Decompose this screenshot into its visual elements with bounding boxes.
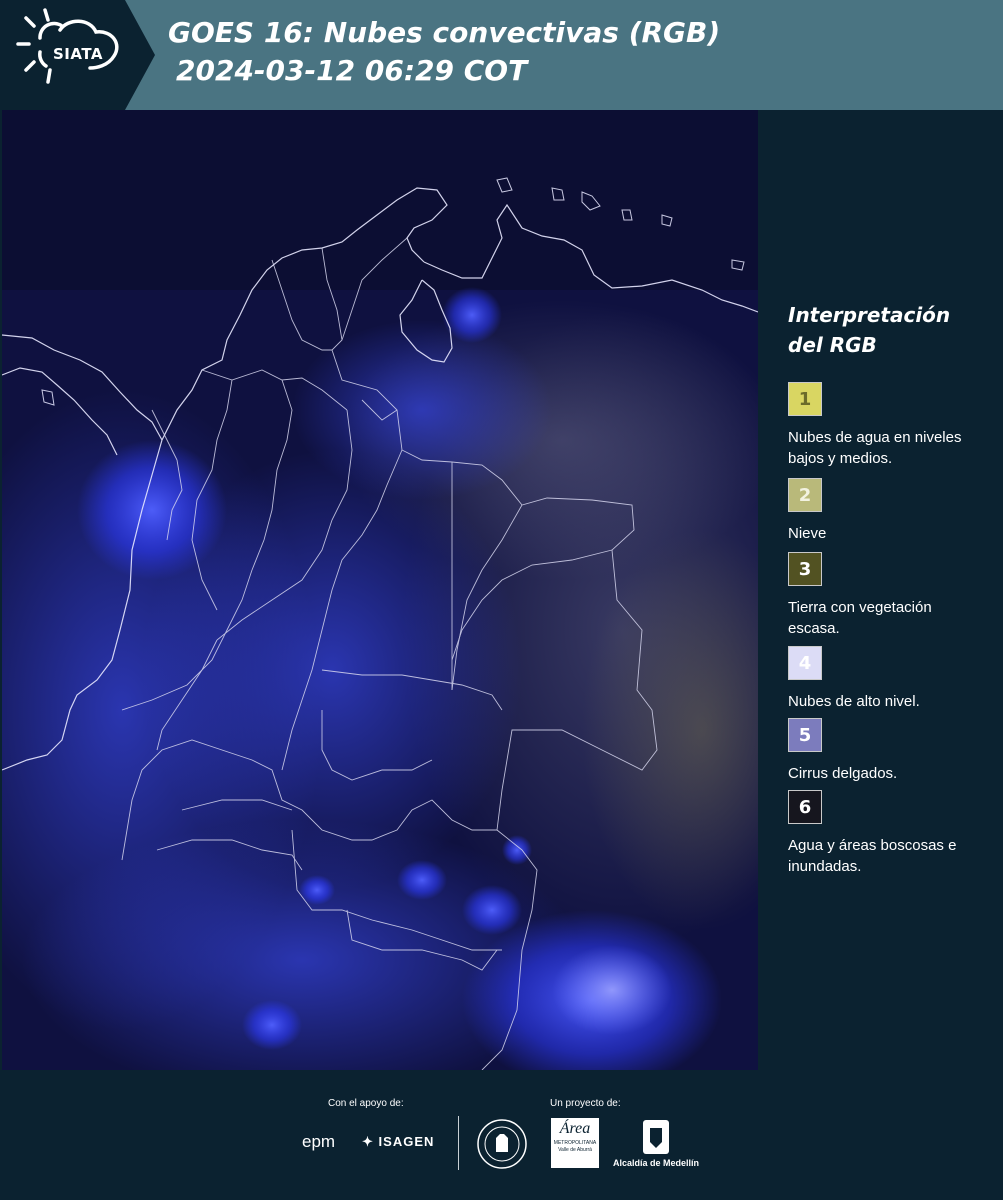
legend-swatch-number: 6 [798, 796, 812, 818]
legend-swatch-1: 1 [788, 382, 822, 416]
legend-label: Nieve [788, 525, 827, 542]
alcaldia-logo-text: Alcaldía de Medellín [613, 1158, 700, 1168]
footer: Con el apoyo de: Un proyecto de: epm ✦ I… [0, 1070, 1003, 1200]
area-metropolitana-logo: Área METROPOLITANA Valle de Aburrá [551, 1118, 599, 1168]
legend: Interpretación del RGB 1 Nubes de agua e… [788, 300, 998, 875]
legend-item-2: 2 Nieve [788, 478, 968, 544]
legend-item-4: 4 Nubes de alto nivel. [788, 646, 968, 712]
isagen-logo: ✦ ISAGEN [362, 1134, 434, 1150]
area-logo-word: Área [559, 1120, 591, 1137]
legend-swatch-6: 6 [788, 790, 822, 824]
page-title: GOES 16: Nubes convectivas (RGB) 2024-03… [168, 14, 720, 90]
legend-swatch-number: 1 [798, 388, 812, 410]
medellin-seal-icon [477, 1119, 527, 1169]
isagen-logo-text: ISAGEN [378, 1134, 435, 1149]
legend-swatch-number: 4 [798, 652, 812, 674]
legend-swatch-number: 5 [798, 724, 812, 746]
legend-swatch-5: 5 [788, 718, 822, 752]
legend-item-6: 6 Agua y áreas boscosas e inundadas. [788, 790, 968, 877]
area-logo-sub2: Valle de Aburrá [558, 1147, 592, 1153]
siata-logo-text: SIATA [53, 45, 104, 63]
logo-panel: SIATA [0, 0, 155, 110]
legend-swatch-3: 3 [788, 552, 822, 586]
footer-divider [458, 1116, 459, 1170]
header-bar: SIATA GOES 16: Nubes convectivas (RGB) 2… [0, 0, 1003, 110]
legend-item-1: 1 Nubes de agua en niveles bajos y medio… [788, 382, 968, 469]
legend-swatch-4: 4 [788, 646, 822, 680]
legend-label: Agua y áreas boscosas e inundadas. [788, 837, 957, 875]
legend-title-line-2: del RGB [788, 333, 877, 357]
epm-logo: epm [302, 1132, 336, 1151]
legend-swatch-number: 2 [798, 484, 812, 506]
legend-swatch-number: 3 [798, 558, 812, 580]
legend-label: Tierra con vegetación escasa. [788, 599, 932, 637]
satellite-image-svg [2, 110, 758, 1070]
legend-title-line-1: Interpretación [788, 303, 951, 327]
legend-label: Nubes de alto nivel. [788, 693, 920, 710]
timestamp-line: 2024-03-12 06:29 COT [176, 54, 528, 87]
legend-item-3: 3 Tierra con vegetación escasa. [788, 552, 968, 639]
title-line: GOES 16: Nubes convectivas (RGB) [168, 16, 721, 49]
area-logo-sub: METROPOLITANA [553, 1140, 597, 1146]
legend-label: Nubes de agua en niveles bajos y medios. [788, 429, 962, 467]
satellite-map [2, 110, 758, 1070]
legend-item-5: 5 Cirrus delgados. [788, 718, 968, 784]
isagen-star-icon: ✦ [362, 1134, 374, 1149]
support-caption: Con el apoyo de: [328, 1098, 404, 1109]
legend-label: Cirrus delgados. [788, 765, 898, 782]
legend-title: Interpretación del RGB [788, 300, 998, 360]
legend-swatch-2: 2 [788, 478, 822, 512]
alcaldia-shield-icon [643, 1120, 669, 1154]
project-caption: Un proyecto de: [550, 1098, 621, 1109]
